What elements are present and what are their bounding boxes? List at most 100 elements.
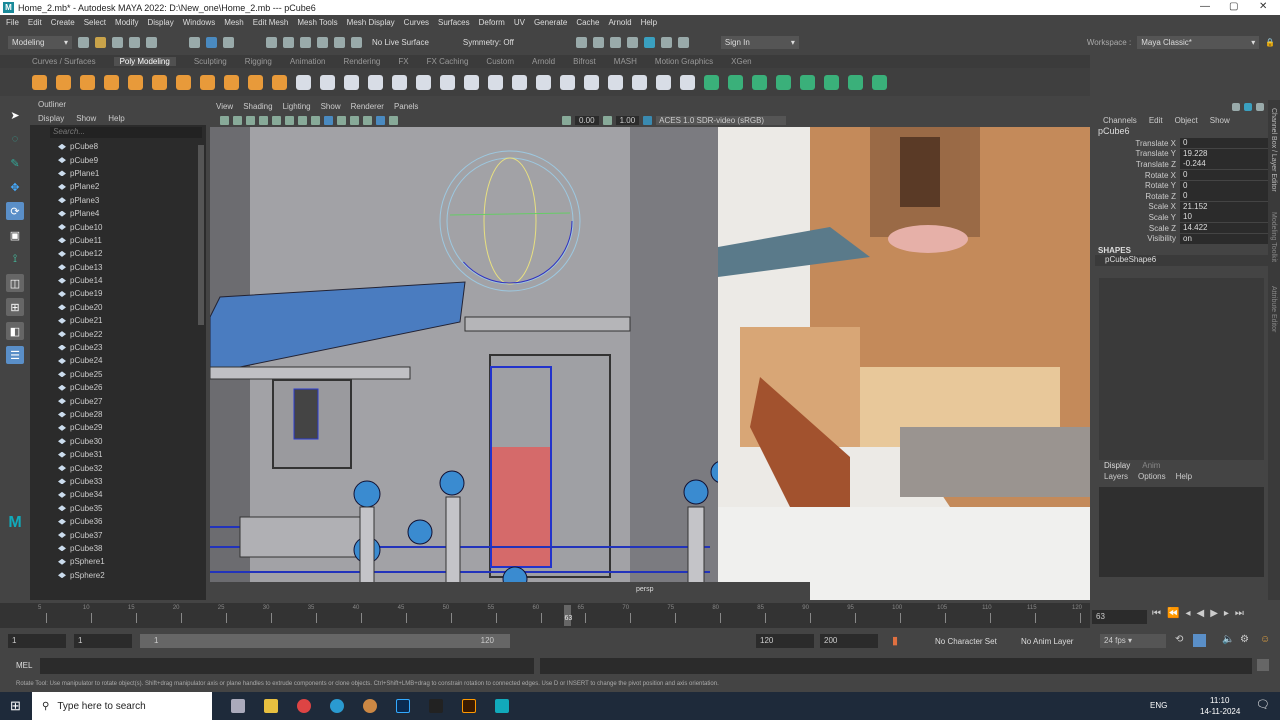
- film-gate-icon[interactable]: [285, 115, 294, 125]
- channel-label[interactable]: Scale Y: [1095, 213, 1180, 222]
- mel-label[interactable]: MEL: [16, 661, 32, 670]
- shelf-combine-icon[interactable]: [296, 74, 311, 90]
- channel-menu-channels[interactable]: Channels: [1103, 116, 1137, 125]
- shelf-tab-custom[interactable]: Custom: [486, 57, 514, 66]
- shelf-tab-bifrost[interactable]: Bifrost: [573, 57, 596, 66]
- outliner-item[interactable]: pCube11: [30, 234, 206, 247]
- channel-label[interactable]: Scale Z: [1095, 224, 1180, 233]
- shelf-separate-icon[interactable]: [320, 74, 335, 90]
- textured-icon[interactable]: [337, 115, 346, 125]
- menu-windows[interactable]: Windows: [183, 18, 215, 27]
- channel-row[interactable]: Scale Z 14.422: [1095, 223, 1268, 234]
- channel-label[interactable]: Rotate Z: [1095, 192, 1180, 201]
- menu-set-dropdown[interactable]: Modeling ▾: [8, 35, 72, 49]
- smooth-shade-icon[interactable]: [324, 115, 333, 125]
- outliner-item[interactable]: pCube31: [30, 448, 206, 461]
- time-slider[interactable]: 5 10 15 20 25 30 35 40 45 50 55 60 65 70 75 80 85 90 95 100…: [0, 603, 1090, 628]
- select-hierarchy-icon[interactable]: [189, 36, 200, 48]
- shelf-tab-fx-caching[interactable]: FX Caching: [427, 57, 469, 66]
- grid-icon[interactable]: [272, 115, 281, 125]
- close-button[interactable]: ✕: [1259, 1, 1267, 12]
- auto-key-icon[interactable]: ▮: [892, 634, 898, 647]
- shelf-platonic-icon[interactable]: [272, 74, 287, 90]
- select-component-icon[interactable]: [223, 36, 234, 48]
- outliner-item[interactable]: pCube38: [30, 542, 206, 555]
- wireframe-icon[interactable]: [311, 115, 320, 125]
- side-tab-channel-box[interactable]: Channel Box / Layer Editor: [1270, 108, 1277, 192]
- viewport-menu-show[interactable]: Show: [321, 102, 341, 111]
- shelf-mirror-icon[interactable]: [392, 74, 407, 90]
- shelf-tab-fx[interactable]: FX: [398, 57, 408, 66]
- shelf-bevel-icon[interactable]: [464, 74, 479, 90]
- language-indicator[interactable]: ENG: [1150, 701, 1167, 710]
- workspace-dropdown[interactable]: Maya Classic* ▾: [1137, 35, 1260, 49]
- shelf-bridge-2-icon[interactable]: [632, 74, 647, 90]
- menu-edit-mesh[interactable]: Edit Mesh: [253, 18, 289, 27]
- channel-label[interactable]: Translate Y: [1095, 149, 1180, 158]
- xray-icon[interactable]: [376, 115, 385, 125]
- scene-start-field[interactable]: 1: [8, 634, 66, 648]
- shelf-tab-arnold[interactable]: Arnold: [532, 57, 555, 66]
- epic-games-icon[interactable]: [429, 699, 443, 713]
- outliner-item[interactable]: pCube29: [30, 421, 206, 434]
- render-settings-icon[interactable]: [626, 36, 638, 48]
- rotate-tool-icon[interactable]: ⟳: [6, 202, 24, 220]
- snap-vertex-icon[interactable]: [351, 36, 362, 48]
- outliner-item[interactable]: pPlane2: [30, 180, 206, 193]
- shelf-automatic-uv-icon[interactable]: [752, 74, 767, 90]
- maximize-button[interactable]: ▢: [1229, 1, 1238, 12]
- shelf-layout-icon[interactable]: [848, 74, 863, 90]
- four-view-icon[interactable]: ⊞: [6, 298, 24, 316]
- shelf-connect-icon[interactable]: [560, 74, 575, 90]
- channel-menu-edit[interactable]: Edit: [1149, 116, 1163, 125]
- shelf-extrude-icon[interactable]: [440, 74, 455, 90]
- shelf-tab-xgen[interactable]: XGen: [731, 57, 751, 66]
- photoshop-icon[interactable]: [396, 699, 410, 713]
- channel-row[interactable]: Rotate Z0: [1095, 191, 1268, 202]
- shelf-insert-loop-icon[interactable]: [656, 74, 671, 90]
- playback-start-field[interactable]: 1: [74, 634, 132, 648]
- outliner-item[interactable]: pCube36: [30, 515, 206, 528]
- menu-cache[interactable]: Cache: [576, 18, 599, 27]
- menu-mesh-display[interactable]: Mesh Display: [347, 18, 395, 27]
- channel-value[interactable]: 0: [1180, 138, 1268, 149]
- channel-menu-show[interactable]: Show: [1210, 116, 1230, 125]
- attribute-editor-toggle-icon[interactable]: [1244, 103, 1252, 111]
- channel-value[interactable]: 0: [1180, 191, 1268, 202]
- channel-row[interactable]: Translate Z -0.244: [1095, 159, 1268, 170]
- channel-label[interactable]: Translate Z: [1095, 160, 1180, 169]
- shelf-tab-rendering[interactable]: Rendering: [343, 57, 380, 66]
- move-tool-icon[interactable]: ✥: [6, 178, 24, 196]
- live-surface-label[interactable]: No Live Surface: [372, 38, 429, 47]
- viewport-menu-view[interactable]: View: [216, 102, 233, 111]
- windows-start-icon[interactable]: ⊞: [10, 698, 21, 714]
- shelf-cube-icon[interactable]: [56, 74, 71, 90]
- camera-attr-icon[interactable]: [233, 115, 242, 125]
- loop-icon[interactable]: ⟲: [1175, 634, 1183, 645]
- save-scene-icon[interactable]: [112, 36, 123, 48]
- side-tab-modeling-toolkit[interactable]: Modeling Toolkit: [1270, 212, 1277, 262]
- shelf-tab-curves-surfaces[interactable]: Curves / Surfaces: [32, 57, 96, 66]
- channel-row[interactable]: Visibility on: [1095, 233, 1268, 244]
- menu-surfaces[interactable]: Surfaces: [438, 18, 470, 27]
- current-frame-field[interactable]: 63: [1092, 610, 1147, 624]
- outliner-item[interactable]: pCube25: [30, 368, 206, 381]
- maya-taskbar-icon[interactable]: [495, 699, 509, 713]
- outliner-menu-help[interactable]: Help: [108, 114, 124, 123]
- menu-mesh[interactable]: Mesh: [224, 18, 244, 27]
- outliner-item[interactable]: pCube30: [30, 435, 206, 448]
- tool-settings-toggle-icon[interactable]: [1256, 103, 1264, 111]
- outliner-item[interactable]: pCube23: [30, 341, 206, 354]
- channel-label[interactable]: Translate X: [1095, 139, 1180, 148]
- step-forward-frame-icon[interactable]: ▸: [1224, 608, 1229, 619]
- channel-label[interactable]: Rotate X: [1095, 171, 1180, 180]
- outliner-item[interactable]: pCube37: [30, 528, 206, 541]
- sign-in-dropdown[interactable]: Sign In ▾: [720, 35, 799, 49]
- go-to-start-icon[interactable]: ⏮: [1152, 608, 1161, 619]
- clock-time[interactable]: 11:10: [1210, 696, 1229, 705]
- shelf-uv-editor-icon[interactable]: [704, 74, 719, 90]
- channel-label[interactable]: Rotate Y: [1095, 181, 1180, 190]
- snap-grid-icon[interactable]: [266, 36, 277, 48]
- outliner-item[interactable]: pCube14: [30, 274, 206, 287]
- outliner-item[interactable]: pCube34: [30, 488, 206, 501]
